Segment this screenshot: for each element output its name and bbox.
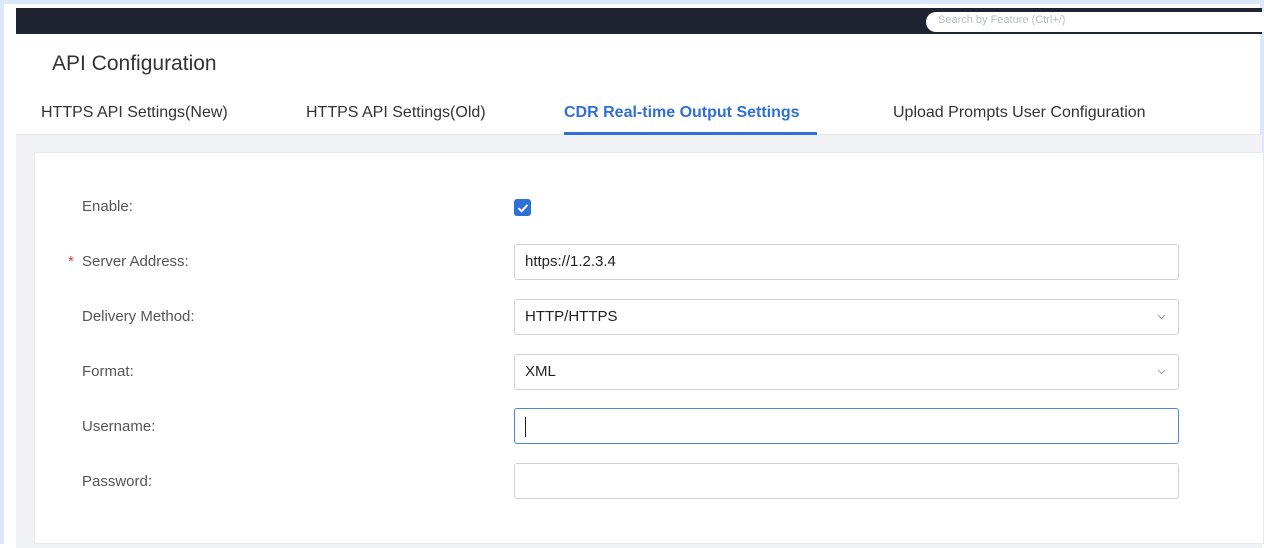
tab-https-api-settings-new[interactable]: HTTPS API Settings(New) — [41, 104, 228, 122]
text-cursor — [525, 417, 526, 437]
server-address-label: * Server Address: — [68, 253, 189, 270]
tab-bar: HTTPS API Settings(New) HTTPS API Settin… — [16, 94, 1262, 135]
page-title: API Configuration — [52, 52, 217, 75]
feature-search-placeholder: Search by Feature (Ctrl+/) — [938, 14, 1066, 26]
tab-upload-prompts-user-configuration[interactable]: Upload Prompts User Configuration — [893, 104, 1146, 122]
chevron-down-icon — [1156, 355, 1166, 389]
format-value: XML — [525, 363, 556, 380]
username-label: Username: — [82, 418, 156, 435]
password-input[interactable] — [514, 463, 1179, 499]
format-label: Format: — [82, 363, 134, 380]
server-address-input[interactable]: https://1.2.3.4 — [514, 244, 1179, 280]
chevron-down-icon — [1156, 300, 1166, 334]
password-label: Password: — [82, 473, 153, 490]
server-address-value: https://1.2.3.4 — [525, 253, 616, 270]
required-asterisk: * — [68, 253, 74, 270]
delivery-method-value: HTTP/HTTPS — [525, 308, 618, 325]
enable-checkbox[interactable] — [514, 199, 531, 216]
app-window: Search by Feature (Ctrl+/) API Configura… — [0, 0, 1264, 548]
format-select[interactable]: XML — [514, 354, 1179, 390]
delivery-method-select[interactable]: HTTP/HTTPS — [514, 299, 1179, 335]
top-navigation-bar: Search by Feature (Ctrl+/) — [16, 8, 1264, 34]
username-input[interactable] — [514, 408, 1179, 444]
tab-https-api-settings-old[interactable]: HTTPS API Settings(Old) — [306, 104, 486, 122]
enable-label: Enable: — [82, 198, 133, 215]
server-address-label-text: Server Address: — [82, 253, 189, 270]
feature-search-box[interactable]: Search by Feature (Ctrl+/) — [926, 12, 1264, 32]
tab-cdr-realtime-output-settings[interactable]: CDR Real-time Output Settings — [564, 104, 800, 122]
delivery-method-label: Delivery Method: — [82, 308, 195, 325]
check-icon — [517, 203, 528, 213]
